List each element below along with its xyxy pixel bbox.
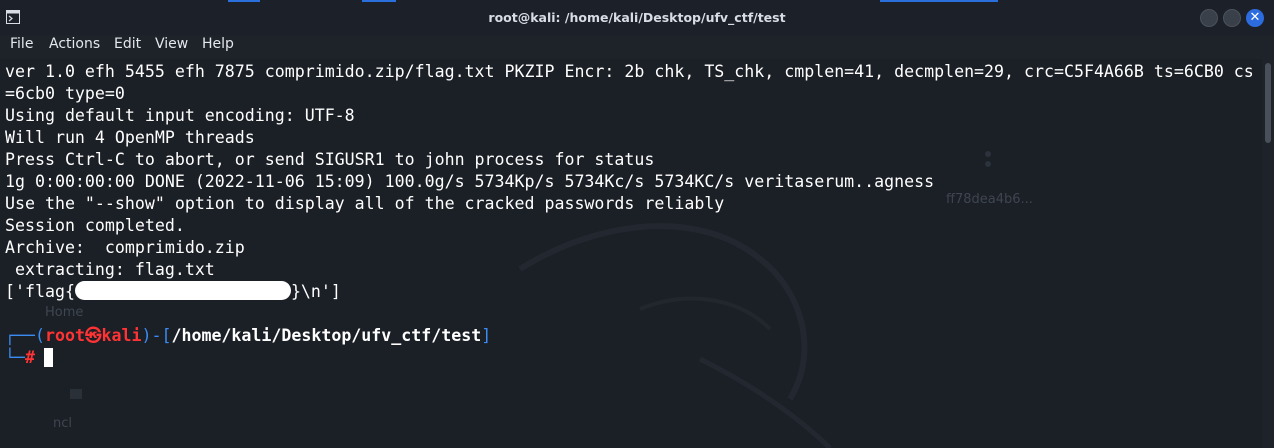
taskbar-indicator <box>362 0 396 2</box>
output-line: Use the "--show" option to display all o… <box>5 194 725 213</box>
prompt-path: /home/kali/Desktop/ufv_ctf/test <box>171 326 482 345</box>
flag-output-line: ['flag{ }\n'] <box>5 281 1260 303</box>
terminal-scrollbar[interactable] <box>1262 59 1274 448</box>
menu-actions[interactable]: Actions <box>49 36 100 52</box>
scrollbar-thumb[interactable] <box>1265 63 1271 143</box>
output-line: Will run 4 OpenMP threads <box>5 128 255 147</box>
prompt-at: ㉿ <box>84 326 102 345</box>
flag-suffix: }\n'] <box>290 282 341 301</box>
prompt-separator: )-[ <box>141 326 172 345</box>
prompt-corner-bottom: └─ <box>5 348 25 367</box>
window-titlebar[interactable]: root@kali: /home/kali/Desktop/ufv_ctf/te… <box>0 0 1274 35</box>
prompt-line: ┌──(root㉿kali)-[/home/kali/Desktop/ufv_c… <box>5 325 1260 347</box>
minimize-button[interactable] <box>1200 9 1218 27</box>
taskbar-indicator <box>228 0 260 2</box>
prompt-user: root <box>44 326 85 345</box>
output-line: Using default input encoding: UTF-8 <box>5 106 355 125</box>
prompt-host: kali <box>101 326 142 345</box>
menu-edit[interactable]: Edit <box>114 36 141 52</box>
text-cursor[interactable] <box>43 348 53 367</box>
terminal-output[interactable]: Home ncl ff78dea4b6... ver 1.0 efh 5455 … <box>0 59 1262 448</box>
command-line[interactable]: └─# <box>5 347 1260 369</box>
redaction-box <box>74 281 291 300</box>
output-line: Press Ctrl-C to abort, or send SIGUSR1 t… <box>5 150 655 169</box>
desktop-ghost-label: ncl <box>53 416 72 431</box>
maximize-button[interactable] <box>1223 9 1241 27</box>
taskbar-indicator <box>880 0 998 2</box>
output-line: Archive: comprimido.zip <box>5 238 245 257</box>
window-title: root@kali: /home/kali/Desktop/ufv_ctf/te… <box>488 10 786 25</box>
prompt-symbol: # <box>24 348 35 367</box>
output-line: ver 1.0 efh 5455 efh 7875 comprimido.zip… <box>5 62 1254 81</box>
output-line: extracting: flag.txt <box>5 260 215 279</box>
output-line: 1g 0:00:00:00 DONE (2022-11-06 15:09) 10… <box>5 172 935 191</box>
output-line: =6cb0 type=0 <box>5 84 125 103</box>
menu-bar: File Actions Edit View Help <box>0 35 1274 59</box>
close-button[interactable]: ✕ <box>1246 9 1264 27</box>
menu-help[interactable]: Help <box>202 36 234 52</box>
menu-view[interactable]: View <box>155 36 188 52</box>
prompt-corner-top: ┌──( <box>5 326 45 345</box>
flag-prefix: ['flag{ <box>5 282 75 301</box>
terminal-lines: ver 1.0 efh 5455 efh 7875 comprimido.zip… <box>5 61 1260 369</box>
prompt-close: ] <box>481 326 492 345</box>
output-line: Session completed. <box>5 216 185 235</box>
menu-file[interactable]: File <box>10 36 33 52</box>
